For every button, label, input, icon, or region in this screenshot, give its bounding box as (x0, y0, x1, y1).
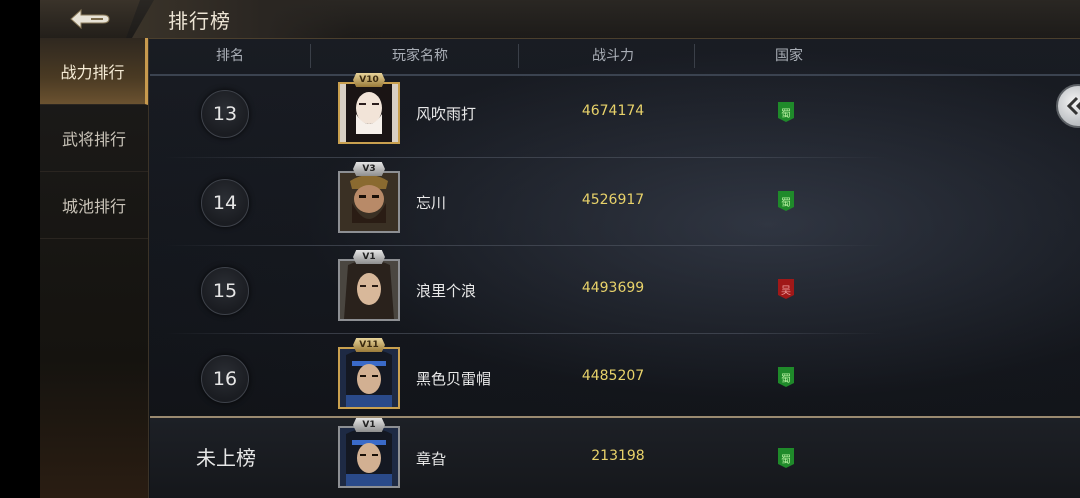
avatar[interactable] (338, 426, 400, 488)
table-row[interactable]: 14 V3 忘川 4526917 蜀 (165, 159, 885, 247)
power-value: 4485207 (581, 368, 645, 384)
avatar[interactable] (338, 259, 400, 321)
female-general-portrait-icon (340, 84, 398, 142)
column-divider (694, 44, 695, 68)
my-rank-row[interactable]: 未上榜 V1 章旮 213198 蜀 (150, 416, 1080, 498)
my-rank-status: 未上榜 (196, 446, 256, 470)
avatar[interactable] (338, 171, 400, 233)
column-header-player-name: 玩家名称 (392, 48, 448, 64)
back-button[interactable] (40, 0, 140, 38)
table-row[interactable]: 13 V10 风吹雨打 4674174 蜀 (165, 70, 885, 158)
row-divider (165, 333, 885, 334)
table-row[interactable]: 15 V1 浪里个浪 4493699 吴 (165, 247, 885, 335)
long-hair-general-portrait-icon (340, 261, 398, 319)
country-flag-icon: 蜀 (778, 191, 794, 211)
column-header-power: 战斗力 (592, 48, 634, 64)
title-bar: 排行榜 (40, 0, 1080, 39)
sidebar-item-label: 武将排行 (61, 130, 126, 149)
sidebar-item-general-ranking[interactable]: 武将排行 (40, 105, 148, 172)
title-tab (132, 0, 352, 38)
rank-badge: 14 (201, 179, 249, 227)
row-divider (165, 157, 885, 158)
collapse-panel-button[interactable] (1056, 84, 1080, 128)
ranking-screen: 排行榜 战力排行 武将排行 城池排行 排名 玩家名称 战斗力 国家 13 V10… (40, 0, 1080, 498)
power-value: 4674174 (581, 103, 645, 119)
vip-badge: V11 (353, 338, 385, 352)
player-name: 忘川 (416, 194, 447, 212)
player-name: 风吹雨打 (416, 105, 477, 123)
sidebar-item-power-ranking[interactable]: 战力排行 (40, 38, 148, 105)
power-value: 4493699 (581, 280, 645, 296)
sidebar-item-label: 战力排行 (60, 63, 125, 82)
rank-badge: 16 (201, 355, 249, 403)
double-chevron-left-icon (1067, 96, 1080, 116)
vip-badge: V10 (353, 73, 385, 87)
player-name: 章旮 (416, 450, 447, 468)
bearded-general-portrait-icon (340, 173, 398, 231)
page-title: 排行榜 (168, 9, 231, 33)
column-header-country: 国家 (775, 48, 803, 64)
sidebar-item-label: 城池排行 (61, 197, 126, 216)
player-name: 浪里个浪 (416, 282, 477, 300)
column-divider (518, 44, 519, 68)
avatar[interactable] (338, 82, 400, 144)
country-flag-icon: 蜀 (778, 102, 794, 122)
country-flag-icon: 蜀 (778, 367, 794, 387)
sidebar-item-city-ranking[interactable]: 城池排行 (40, 172, 148, 239)
vip-badge: V1 (353, 250, 385, 264)
player-name: 黑色贝雷帽 (416, 370, 492, 388)
rank-badge: 13 (201, 90, 249, 138)
table-row[interactable]: 16 V11 黑色贝雷帽 4485207 蜀 (165, 335, 885, 423)
country-flag-icon: 蜀 (778, 448, 794, 468)
back-arrow-icon (70, 8, 110, 30)
country-flag-icon: 吴 (778, 279, 794, 299)
headband-general-portrait-icon (340, 428, 398, 486)
avatar[interactable] (338, 347, 400, 409)
row-divider (165, 245, 885, 246)
headband-general-portrait-icon (340, 349, 398, 407)
power-value: 4526917 (581, 192, 645, 208)
sidebar: 战力排行 武将排行 城池排行 (40, 38, 149, 498)
vip-badge: V3 (353, 162, 385, 176)
vip-badge: V1 (353, 418, 385, 432)
column-header-rank: 排名 (216, 48, 244, 64)
power-value: 213198 (591, 448, 645, 464)
column-divider (310, 44, 311, 68)
rank-badge: 15 (201, 267, 249, 315)
